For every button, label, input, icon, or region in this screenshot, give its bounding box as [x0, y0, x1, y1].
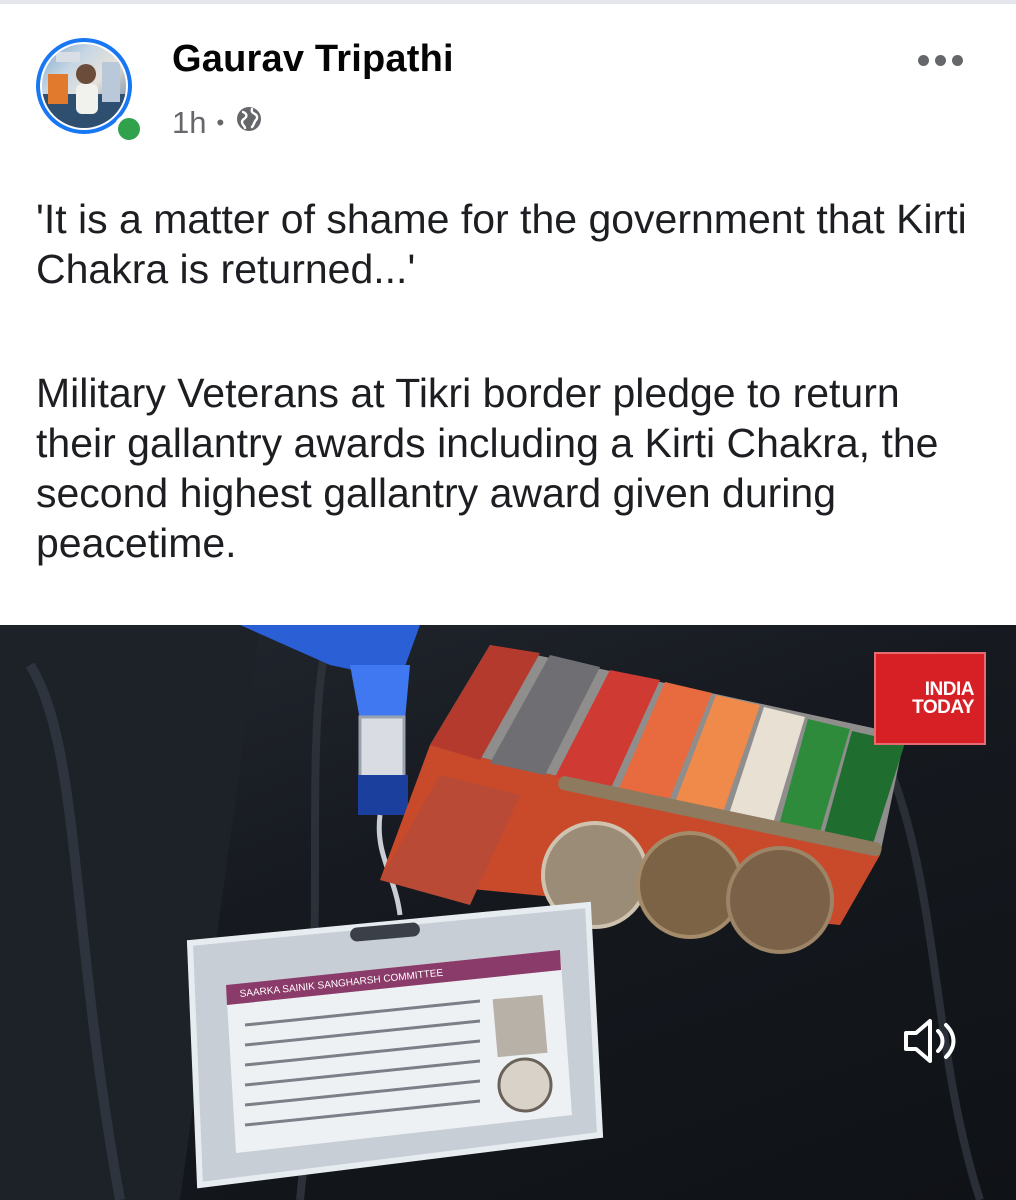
profile-avatar[interactable]	[36, 38, 144, 146]
more-options-icon[interactable]	[912, 40, 968, 80]
medal-2	[636, 831, 744, 939]
india-today-logo: INDIA TODAY	[874, 652, 986, 745]
medal-3	[726, 846, 834, 954]
meta-separator: •	[216, 110, 225, 135]
online-status-dot	[114, 114, 144, 144]
id-card	[186, 901, 604, 1189]
globe-icon[interactable]	[234, 104, 264, 142]
post-text-body: Military Veterans at Tikri border pledge…	[36, 370, 939, 566]
post-meta: 1h •	[172, 104, 264, 142]
brand-line-1: INDIA	[924, 678, 975, 700]
top-divider	[0, 0, 1016, 4]
avatar-photo	[42, 52, 126, 128]
post-video[interactable]: SAARKA SAINIK SANGHARSH COMMITTEE INDIA …	[0, 625, 1016, 1200]
brand-line-2: TODAY	[912, 696, 974, 718]
video-frame: SAARKA SAINIK SANGHARSH COMMITTEE	[0, 625, 984, 1200]
avatar	[42, 44, 126, 128]
speaker-icon[interactable]	[900, 1013, 962, 1069]
post-text-quote: 'It is a matter of shame for the governm…	[36, 196, 967, 292]
author-name[interactable]: Gaurav Tripathi	[172, 38, 454, 81]
post-timestamp[interactable]: 1h	[172, 105, 206, 141]
